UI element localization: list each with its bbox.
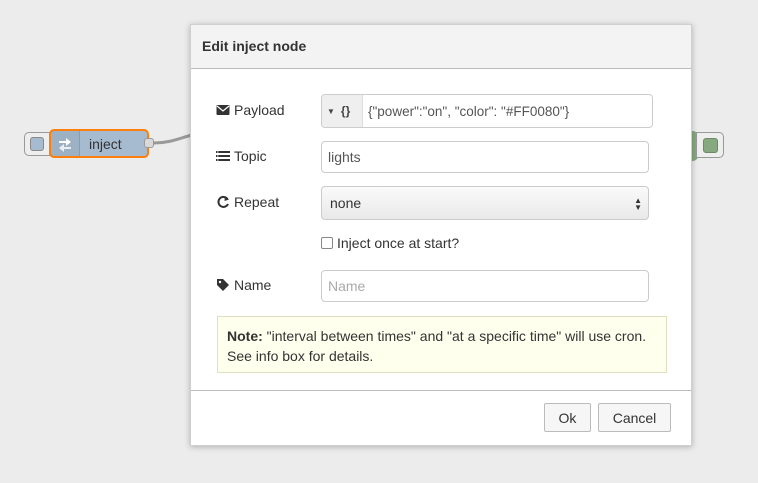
- note-title: Note:: [227, 328, 263, 344]
- note-box: Note: "interval between times" and "at a…: [217, 316, 667, 373]
- repeat-select[interactable]: none ▲ ▼: [321, 186, 649, 220]
- note-text: "interval between times" and "at a speci…: [227, 328, 647, 364]
- payload-type-select[interactable]: ▼ {}: [322, 95, 363, 127]
- node-label: inject: [89, 136, 122, 152]
- refresh-icon: [217, 195, 229, 208]
- name-input[interactable]: [321, 270, 649, 302]
- select-arrows-icon: ▲ ▼: [634, 196, 642, 212]
- payload-label: Payload: [216, 102, 285, 118]
- json-type-icon: {}: [340, 104, 351, 118]
- repeat-label: Repeat: [216, 194, 279, 210]
- dialog-title: Edit inject node: [191, 25, 691, 69]
- inject-once-row[interactable]: Inject once at start?: [321, 235, 459, 251]
- topic-label: Topic: [216, 148, 267, 164]
- repeat-selected-value: none: [330, 195, 362, 211]
- output-port[interactable]: [144, 138, 154, 148]
- inject-trigger-button[interactable]: [24, 132, 50, 156]
- envelope-icon: [216, 105, 230, 115]
- payload-value[interactable]: {"power":"on", "color": "#FF0080"}: [363, 104, 569, 119]
- payload-input[interactable]: ▼ {} {"power":"on", "color": "#FF0080"}: [321, 94, 653, 128]
- dialog-footer: Ok Cancel: [191, 390, 691, 447]
- cancel-button[interactable]: Cancel: [598, 403, 671, 432]
- output-node-button[interactable]: [696, 132, 724, 158]
- caret-down-icon: ▼: [327, 106, 335, 116]
- inject-once-label: Inject once at start?: [337, 235, 460, 251]
- name-label: Name: [216, 277, 271, 293]
- inject-arrow-icon: [51, 131, 80, 156]
- edit-inject-dialog: Edit inject node Payload ▼ {} {"power":"…: [190, 24, 692, 446]
- inject-once-checkbox[interactable]: [321, 237, 333, 249]
- topic-input[interactable]: [321, 141, 649, 173]
- list-icon: [216, 151, 230, 161]
- tag-icon: [217, 279, 229, 291]
- inject-node[interactable]: inject: [49, 129, 149, 158]
- ok-button[interactable]: Ok: [544, 403, 591, 432]
